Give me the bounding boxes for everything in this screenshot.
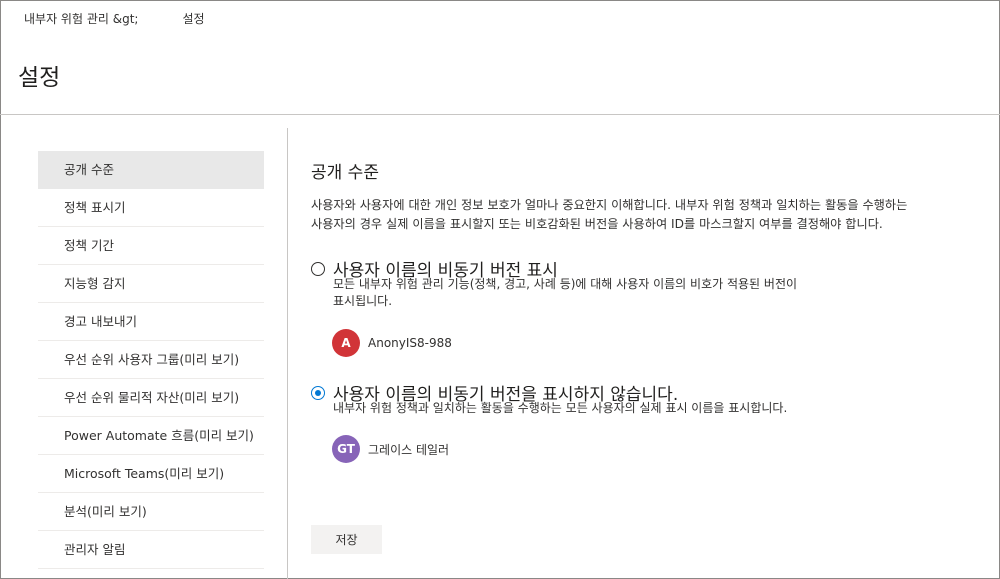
option-show-anonymized[interactable]: 사용자 이름의 비동기 버전 표시 모든 내부자 위험 관리 기능(정책, 경고…	[311, 260, 911, 360]
option-do-not-show-anonymized[interactable]: 사용자 이름의 비동기 버전을 표시하지 않습니다. 내부자 위험 정책과 일치…	[311, 385, 911, 465]
nav-item-policy-indicators[interactable]: 정책 표시기	[38, 189, 264, 227]
avatar: A	[332, 329, 360, 357]
breadcrumb-parent[interactable]: 내부자 위험 관리 &gt;	[24, 10, 138, 27]
section-description: 사용자와 사용자에 대한 개인 정보 보호가 얼마나 중요한지 이해합니다. 내…	[311, 196, 981, 234]
option-description: 모든 내부자 위험 관리 기능(정책, 경고, 사례 등)에 대해 사용자 이름…	[333, 276, 893, 310]
persona-name: 그레이스 테일러	[368, 442, 450, 457]
breadcrumb-current: 설정	[182, 12, 205, 26]
section-title: 공개 수준	[311, 163, 379, 183]
page-title: 설정	[18, 65, 61, 91]
persona-real-name: GT 그레이스 테일러	[332, 435, 449, 463]
settings-nav: 공개 수준 정책 표시기 정책 기간 지능형 감지 경고 내보내기 우선 순위 …	[38, 151, 264, 569]
persona-anonymized: A AnonyIS8-988	[332, 329, 452, 357]
nav-item-admin-notifications[interactable]: 관리자 알림	[38, 531, 264, 569]
radio-do-not-show-anonymized[interactable]	[311, 386, 325, 400]
option-description-line: 내부자 위험 정책과 일치하는 활동을 수행하는 모든 사용자의 실제 표시 이…	[333, 401, 788, 415]
save-button[interactable]: 저장	[311, 525, 382, 554]
nav-item-microsoft-teams[interactable]: Microsoft Teams(미리 보기)	[38, 455, 264, 493]
nav-item-priority-user-groups[interactable]: 우선 순위 사용자 그룹(미리 보기)	[38, 341, 264, 379]
nav-item-privacy[interactable]: 공개 수준	[38, 151, 264, 189]
persona-name: AnonyIS8-988	[368, 336, 452, 350]
description-line: 사용자와 사용자에 대한 개인 정보 보호가 얼마나 중요한지 이해합니다. 내…	[311, 198, 908, 212]
nav-item-policy-timeframes[interactable]: 정책 기간	[38, 227, 264, 265]
description-line: 사용자의 경우 실제 이름을 표시할지 또는 비호감화된 버전을 사용하여 ID…	[311, 217, 883, 231]
nav-item-power-automate[interactable]: Power Automate 흐름(미리 보기)	[38, 417, 264, 455]
nav-item-export-alerts[interactable]: 경고 내보내기	[38, 303, 264, 341]
option-description-line: 모든 내부자 위험 관리 기능(정책, 경고, 사례 등)에 대해 사용자 이름…	[333, 277, 798, 291]
radio-show-anonymized[interactable]	[311, 262, 325, 276]
sidebar-divider	[287, 128, 288, 579]
option-description-line: 표시됩니다.	[333, 294, 393, 308]
avatar: GT	[332, 435, 360, 463]
option-description: 내부자 위험 정책과 일치하는 활동을 수행하는 모든 사용자의 실제 표시 이…	[333, 400, 893, 417]
nav-item-analytics[interactable]: 분석(미리 보기)	[38, 493, 264, 531]
nav-item-intelligent-detections[interactable]: 지능형 감지	[38, 265, 264, 303]
breadcrumb: 내부자 위험 관리 &gt; 설정	[24, 10, 205, 27]
nav-item-priority-physical-assets[interactable]: 우선 순위 물리적 자산(미리 보기)	[38, 379, 264, 417]
header-divider	[0, 114, 1000, 115]
